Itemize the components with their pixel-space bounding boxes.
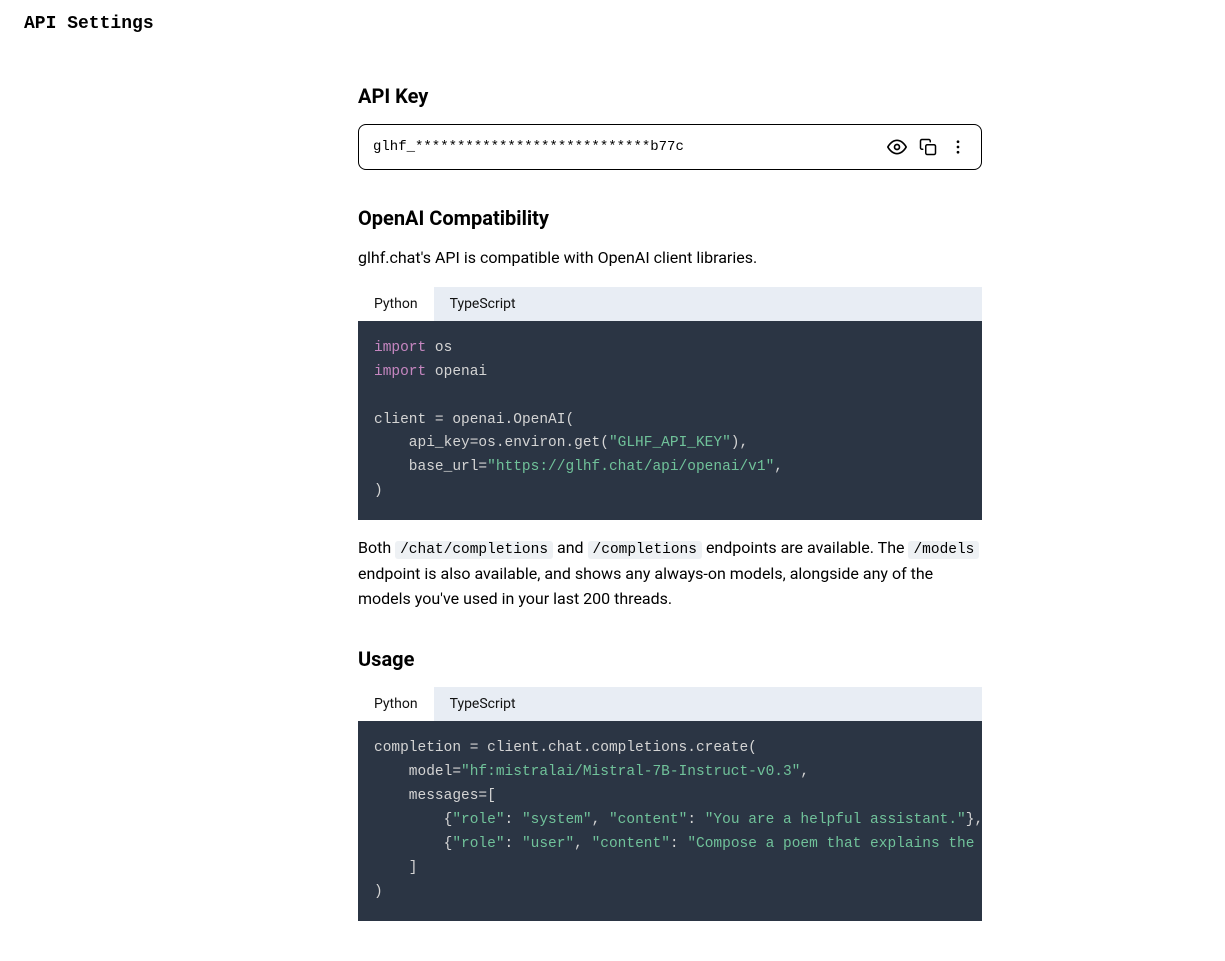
api-key-value: glhf_****************************b77c (373, 139, 684, 155)
dots-vertical-icon (949, 138, 967, 156)
section-title-usage: Usage (358, 647, 982, 671)
api-key-box: glhf_****************************b77c (358, 124, 982, 170)
eye-icon (887, 137, 907, 157)
more-key-button[interactable] (949, 138, 967, 156)
code1-tab-bar: Python TypeScript (358, 287, 982, 321)
tab-python[interactable]: Python (358, 287, 434, 321)
code-block-usage: completion = client.chat.completions.cre… (358, 721, 982, 920)
tab-python-2[interactable]: Python (358, 687, 434, 721)
section-title-openai: OpenAI Compatibility (358, 206, 982, 230)
endpoints-desc: Both /chat/completions and /completions … (358, 536, 982, 611)
copy-icon (919, 138, 937, 156)
show-key-button[interactable] (887, 137, 907, 157)
copy-key-button[interactable] (919, 138, 937, 156)
inline-code-chat-completions: /chat/completions (395, 541, 553, 559)
api-key-actions (887, 137, 967, 157)
page-title: API Settings (0, 0, 1225, 48)
inline-code-models: /models (908, 541, 979, 559)
tab-typescript-2[interactable]: TypeScript (434, 687, 532, 721)
tab-typescript[interactable]: TypeScript (434, 287, 532, 321)
openai-desc: glhf.chat's API is compatible with OpenA… (358, 246, 982, 271)
section-title-api-key: API Key (358, 84, 982, 108)
inline-code-completions: /completions (588, 541, 702, 559)
code-block-setup: import os import openai client = openai.… (358, 321, 982, 520)
code2-tab-bar: Python TypeScript (358, 687, 982, 721)
